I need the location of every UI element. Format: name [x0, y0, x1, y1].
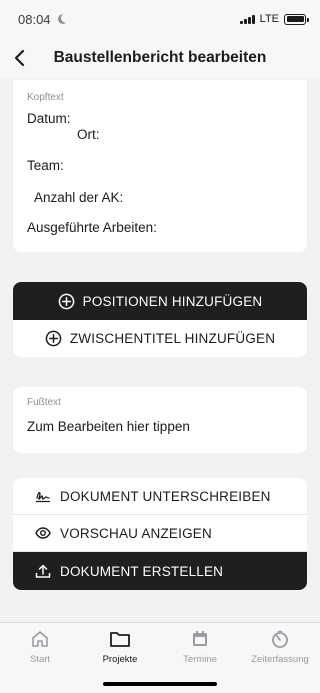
field-ort: Ort:	[77, 127, 100, 142]
add-subtitle-button[interactable]: ZWISCHENTITEL HINZUFÜGEN	[13, 320, 307, 357]
preview-button[interactable]: VORSCHAU ANZEIGEN	[13, 515, 307, 552]
sign-document-button[interactable]: DOKUMENT UNTERSCHREIBEN	[13, 478, 307, 515]
field-team: Team:	[27, 158, 64, 173]
home-icon	[32, 631, 48, 647]
status-left: 08:04	[18, 12, 67, 27]
actions-card: DOKUMENT UNTERSCHREIBEN VORSCHAU ANZEIGE…	[13, 478, 307, 590]
field-datum: Datum:	[27, 111, 71, 126]
back-button[interactable]	[6, 44, 34, 72]
chevron-left-icon	[14, 49, 25, 67]
tab-zeiterfassung-label: Zeiterfassung	[251, 654, 309, 665]
add-subtitle-label: ZWISCHENTITEL HINZUFÜGEN	[69, 331, 276, 346]
status-time: 08:04	[18, 11, 51, 27]
eye-icon	[35, 527, 51, 539]
plus-circle-icon	[45, 330, 62, 347]
calendar-icon	[193, 631, 207, 646]
add-positions-button[interactable]: POSITIONEN HINZUFÜGEN	[13, 282, 307, 320]
page-title: Baustellenbericht bearbeiten	[53, 49, 267, 66]
nav-bar: Baustellenbericht bearbeiten	[0, 38, 320, 78]
battery-icon	[284, 13, 309, 25]
status-bar: 08:04 LTE	[0, 0, 320, 38]
footer-text-card[interactable]: Fußtext Zum Bearbeiten hier tippen	[13, 387, 307, 453]
preview-label: VORSCHAU ANZEIGEN	[60, 525, 212, 541]
plus-circle-icon	[58, 293, 74, 309]
tab-zeiterfassung[interactable]: Zeiterfassung	[240, 623, 320, 693]
header-section-label: Kopftext	[27, 92, 64, 103]
status-right: LTE	[240, 13, 309, 25]
signal-icon	[240, 14, 255, 24]
field-ausgefuehrte-arbeiten: Ausgeführte Arbeiten:	[27, 220, 157, 235]
sign-document-label: DOKUMENT UNTERSCHREIBEN	[60, 488, 271, 504]
moon-icon	[61, 13, 71, 23]
tab-projekte-label: Projekte	[102, 654, 138, 665]
add-positions-label: POSITIONEN HINZUFÜGEN	[82, 293, 263, 309]
tab-start-label: Start	[29, 654, 51, 665]
field-anzahl-ak: Anzahl der AK:	[34, 190, 124, 205]
signature-icon	[36, 491, 50, 503]
footer-placeholder: Zum Bearbeiten hier tippen	[27, 419, 190, 434]
tab-termine-label: Termine	[183, 654, 217, 665]
timer-icon	[272, 630, 288, 648]
network-label: LTE	[259, 13, 279, 25]
header-text-card[interactable]: Kopftext Datum: Ort: Team: Anzahl der AK…	[13, 80, 307, 252]
tab-start[interactable]: Start	[0, 623, 80, 693]
home-indicator	[103, 682, 217, 686]
footer-section-label: Fußtext	[27, 397, 61, 408]
folder-icon	[110, 632, 130, 647]
create-document-button[interactable]: DOKUMENT ERSTELLEN	[13, 552, 307, 590]
create-document-label: DOKUMENT ERSTELLEN	[60, 563, 224, 579]
upload-icon	[35, 564, 51, 578]
